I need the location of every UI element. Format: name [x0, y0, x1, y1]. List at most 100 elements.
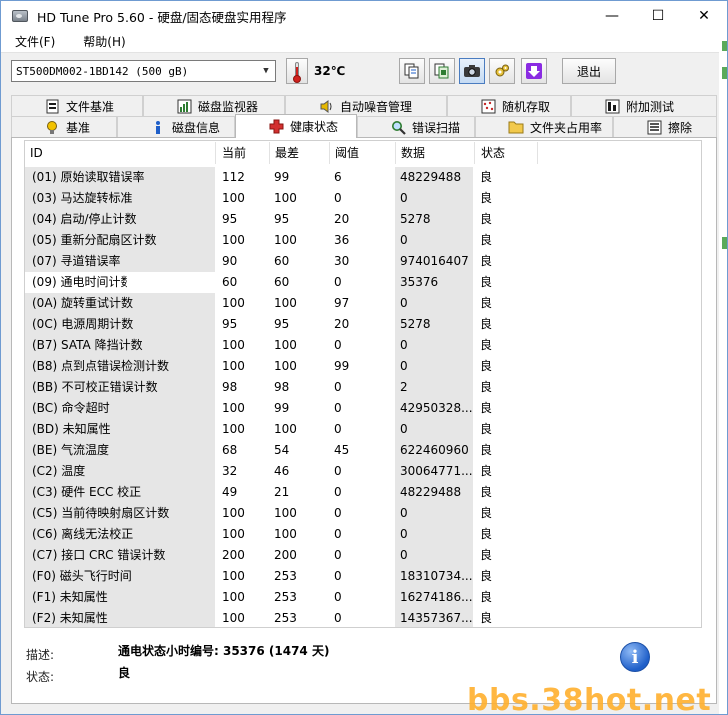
- tab-extra-tests[interactable]: 附加测试: [571, 95, 717, 116]
- status-value: 良: [480, 485, 493, 499]
- menu-file[interactable]: 文件(F): [7, 33, 63, 50]
- tab-label: 磁盘信息: [172, 120, 221, 135]
- status-value: 良: [480, 569, 493, 583]
- table-row[interactable]: (C5) 当前待映射扇区计数 100 100 0 0 良: [25, 503, 701, 524]
- table-row[interactable]: (B8) 点到点错误检测计数 100 100 99 0 良: [25, 356, 701, 377]
- info-icon[interactable]: i: [620, 642, 650, 672]
- current-value: 100: [222, 401, 245, 415]
- attribute-id: (04) 启动/停止计数: [25, 209, 215, 230]
- current-value: 100: [222, 611, 245, 625]
- raw-data: 14357367...: [395, 608, 473, 627]
- copy-screen-button[interactable]: [429, 58, 455, 84]
- raw-data: 18310734...: [395, 566, 473, 587]
- screenshot-button[interactable]: [459, 58, 485, 84]
- speaker-icon: [318, 98, 334, 114]
- column-divider: [215, 142, 216, 164]
- table-row[interactable]: (C7) 接口 CRC 错误计数 200 200 0 0 良: [25, 545, 701, 566]
- table-row[interactable]: (03) 马达旋转标准 100 100 0 0 良: [25, 188, 701, 209]
- table-row[interactable]: (BD) 未知属性 100 100 0 0 良: [25, 419, 701, 440]
- current-value: 100: [222, 359, 245, 373]
- status-value: 良: [480, 170, 493, 184]
- current-value: 100: [222, 590, 245, 604]
- table-row[interactable]: (07) 寻道错误率 90 60 30 974016407 良: [25, 251, 701, 272]
- column-header-data[interactable]: 数据: [396, 141, 474, 165]
- worst-value: 54: [274, 443, 290, 457]
- column-header-status[interactable]: 状态: [476, 141, 536, 165]
- table-row[interactable]: (C6) 离线无法校正 100 100 0 0 良: [25, 524, 701, 545]
- title-bar[interactable]: HD Tune Pro 5.60 - 硬盘/固态硬盘实用程序 — ☐ ✕: [1, 1, 727, 31]
- tab-health[interactable]: 健康状态: [235, 114, 357, 138]
- attribute-id: (05) 重新分配扇区计数: [25, 230, 215, 251]
- tab-label: 擦除: [668, 120, 693, 135]
- table-row[interactable]: (F1) 未知属性 100 253 0 16274186... 良: [25, 587, 701, 608]
- tab-random-access[interactable]: 随机存取: [447, 95, 571, 116]
- table-row[interactable]: (C3) 硬件 ECC 校正 49 21 0 48229488 良: [25, 482, 701, 503]
- worst-value: 99: [274, 401, 290, 415]
- tab-benchmark[interactable]: 基准: [11, 116, 117, 137]
- attribute-id: (07) 寻道错误率: [25, 251, 215, 272]
- exit-button[interactable]: 退出: [562, 58, 616, 84]
- column-header-current[interactable]: 当前: [217, 141, 269, 165]
- table-row[interactable]: (01) 原始读取错误率 112 99 6 48229488 良: [25, 167, 701, 188]
- health-panel: ID 当前 最差 阈值 数据 状态 (01) 原始读取错误率 112 99 6 4822…: [11, 137, 717, 704]
- tab-error-scan[interactable]: 错误扫描: [357, 116, 475, 137]
- raw-data: 5278: [395, 209, 473, 230]
- attribute-id: (BD) 未知属性: [25, 419, 215, 440]
- worst-value: 99: [274, 170, 290, 184]
- status-value: 良: [480, 506, 493, 520]
- attribute-id: (C2) 温度: [25, 461, 215, 482]
- status-value: 良: [480, 212, 493, 226]
- menu-help[interactable]: 帮助(H): [75, 33, 133, 50]
- table-row[interactable]: (05) 重新分配扇区计数 100 100 36 0 良: [25, 230, 701, 251]
- status-value: 良: [118, 666, 131, 680]
- maximize-button[interactable]: ☐: [635, 1, 681, 31]
- attribute-id: (0A) 旋转重试计数: [25, 293, 215, 314]
- main-window: HD Tune Pro 5.60 - 硬盘/固态硬盘实用程序 — ☐ ✕ 文件(…: [0, 0, 728, 715]
- threshold-value: 20: [334, 212, 350, 226]
- column-header-threshold[interactable]: 阈值: [330, 141, 394, 165]
- save-button[interactable]: [521, 58, 547, 84]
- copy-info-button[interactable]: [399, 58, 425, 84]
- tab-disk-info[interactable]: 磁盘信息: [117, 116, 235, 137]
- options-button[interactable]: [489, 58, 515, 84]
- raw-data: 35376: [395, 272, 473, 293]
- worst-value: 253: [274, 611, 297, 625]
- threshold-value: 6: [334, 170, 342, 184]
- table-row[interactable]: (F2) 未知属性 100 253 0 14357367... 良: [25, 608, 701, 627]
- current-value: 100: [222, 527, 245, 541]
- table-row[interactable]: (BC) 命令超时 100 99 0 42950328... 良: [25, 398, 701, 419]
- tab-label: 自动噪音管理: [340, 99, 413, 114]
- table-row[interactable]: (09) 通电时间计数 60 60 0 35376 良: [25, 272, 701, 293]
- tab-disk-monitor[interactable]: 磁盘监视器: [143, 95, 285, 116]
- worst-value: 100: [274, 359, 297, 373]
- close-button[interactable]: ✕: [681, 1, 727, 31]
- column-header-id[interactable]: ID: [25, 141, 215, 165]
- status-value: 良: [480, 233, 493, 247]
- table-row[interactable]: (04) 启动/停止计数 95 95 20 5278 良: [25, 209, 701, 230]
- smart-table[interactable]: ID 当前 最差 阈值 数据 状态 (01) 原始读取错误率 112 99 6 4822…: [24, 140, 702, 628]
- table-row[interactable]: (0C) 电源周期计数 95 95 20 5278 良: [25, 314, 701, 335]
- table-row[interactable]: (B7) SATA 降挡计数 100 100 0 0 良: [25, 335, 701, 356]
- tab-erase[interactable]: 擦除: [613, 116, 717, 137]
- tab-aam[interactable]: 自动噪音管理: [285, 95, 447, 116]
- table-row[interactable]: (0A) 旋转重试计数 100 100 97 0 良: [25, 293, 701, 314]
- column-header-worst[interactable]: 最差: [270, 141, 328, 165]
- minimize-button[interactable]: —: [589, 1, 635, 31]
- current-value: 100: [222, 338, 245, 352]
- worst-value: 100: [274, 422, 297, 436]
- attribute-id: (C7) 接口 CRC 错误计数: [25, 545, 215, 566]
- drive-select[interactable]: ST500DM002-1BD142 (500 gB) ▼: [11, 60, 276, 82]
- tab-file-benchmark[interactable]: 文件基准: [11, 95, 143, 116]
- toolbar: ST500DM002-1BD142 (500 gB) ▼ 32℃ 退出: [11, 55, 717, 87]
- status-value: 良: [480, 443, 493, 457]
- tab-label: 文件基准: [66, 99, 115, 114]
- table-row[interactable]: (C2) 温度 32 46 0 30064771... 良: [25, 461, 701, 482]
- status-value: 良: [480, 275, 493, 289]
- table-row[interactable]: (F0) 磁头飞行时间 100 253 0 18310734... 良: [25, 566, 701, 587]
- worst-value: 100: [274, 233, 297, 247]
- tab-folder-usage[interactable]: 文件夹占用率: [475, 116, 613, 137]
- table-row[interactable]: (BE) 气流温度 68 54 45 622460960 良: [25, 440, 701, 461]
- column-divider: [474, 142, 475, 164]
- table-row[interactable]: (BB) 不可校正错误计数 98 98 0 2 良: [25, 377, 701, 398]
- threshold-value: 45: [334, 443, 350, 457]
